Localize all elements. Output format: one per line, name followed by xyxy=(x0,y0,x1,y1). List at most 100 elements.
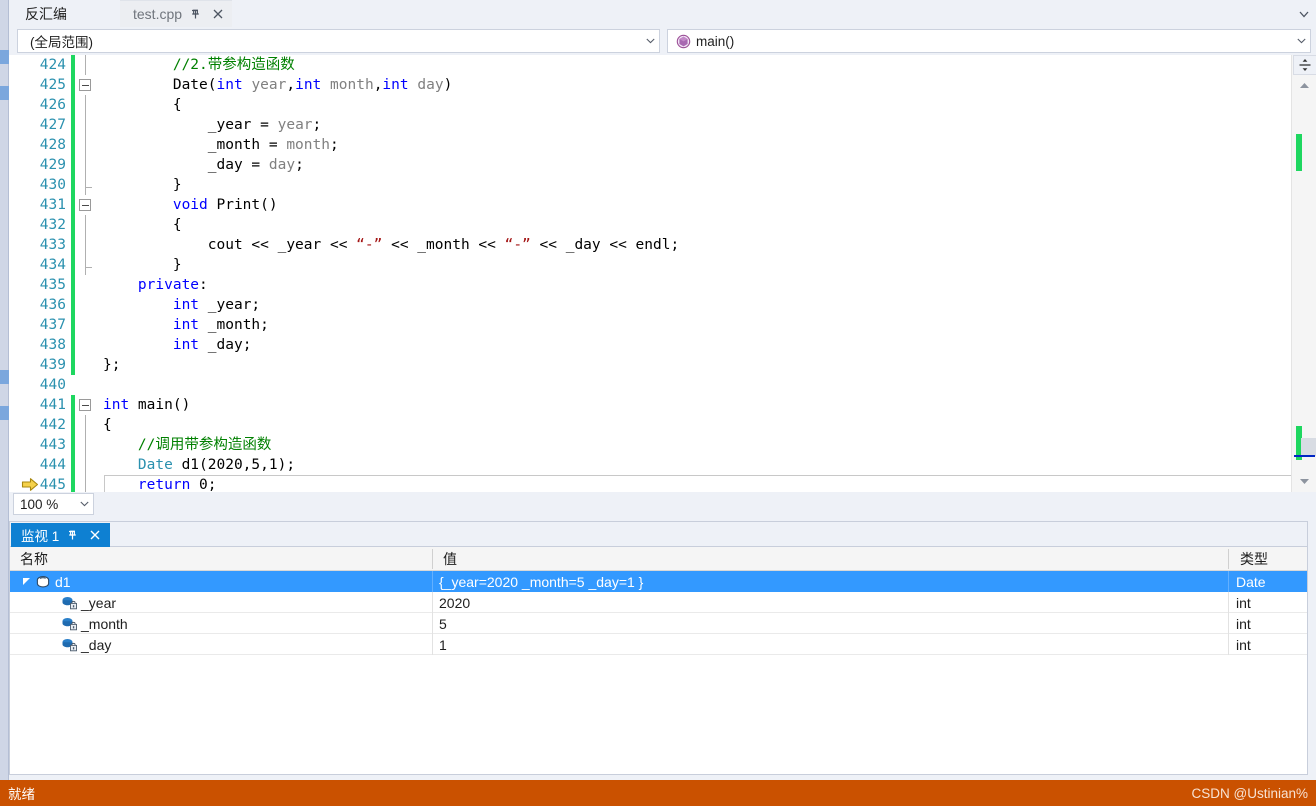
code-token: ( xyxy=(207,77,217,93)
fold-margin[interactable] xyxy=(75,255,97,275)
code-line[interactable]: 426 { xyxy=(9,95,1316,115)
fold-margin[interactable] xyxy=(75,175,97,195)
column-header-value[interactable]: 值 xyxy=(433,547,1228,571)
status-bar-text: 就绪 xyxy=(8,787,35,802)
split-view-icon[interactable] xyxy=(1293,55,1316,75)
dock-tab-marker[interactable] xyxy=(0,50,9,64)
scroll-up-arrow-icon[interactable] xyxy=(1292,76,1316,94)
line-number: 435 xyxy=(39,277,66,293)
fold-margin[interactable] xyxy=(75,55,97,75)
chevron-down-icon[interactable] xyxy=(1296,6,1312,22)
code-line[interactable]: 434 } xyxy=(9,255,1316,275)
collapse-region-icon[interactable] xyxy=(79,79,91,91)
fold-margin[interactable] xyxy=(75,215,97,235)
fold-margin[interactable] xyxy=(75,395,97,415)
scope-dropdown[interactable]: (全局范围) xyxy=(17,29,660,53)
collapse-region-icon[interactable] xyxy=(79,199,91,211)
table-row[interactable]: _year 2020 int xyxy=(10,592,1307,613)
watch-name-cell[interactable]: _year xyxy=(10,592,432,613)
fold-margin[interactable] xyxy=(75,295,97,315)
tab-disassembly[interactable]: 反汇编 xyxy=(9,0,85,27)
code-line[interactable]: 425 Date(int year,int month,int day) xyxy=(9,75,1316,95)
code-line[interactable]: 429 _day = day; xyxy=(9,155,1316,175)
fold-margin[interactable] xyxy=(75,415,97,435)
code-line[interactable]: 435 private: xyxy=(9,275,1316,295)
fold-margin[interactable] xyxy=(75,475,97,492)
scrollbar-thumb[interactable] xyxy=(1301,438,1316,456)
zoom-level-dropdown[interactable]: 100 % xyxy=(13,493,94,515)
code-line[interactable]: 445 return 0; xyxy=(9,475,1316,492)
fold-margin[interactable] xyxy=(75,315,97,335)
fold-margin[interactable] xyxy=(75,375,97,395)
code-line[interactable]: 428 _month = month; xyxy=(9,135,1316,155)
editor-vertical-scrollbar[interactable] xyxy=(1291,55,1316,492)
code-text: { xyxy=(97,95,1316,115)
table-row[interactable]: _month 5 int xyxy=(10,613,1307,634)
scroll-down-arrow-icon[interactable] xyxy=(1292,472,1316,490)
close-icon[interactable] xyxy=(209,6,226,23)
fold-margin[interactable] xyxy=(75,275,97,295)
tab-test-cpp[interactable]: test.cpp xyxy=(120,0,233,27)
watch-name-cell[interactable]: d1 xyxy=(10,571,432,592)
fold-margin[interactable] xyxy=(75,435,97,455)
fold-margin[interactable] xyxy=(75,135,97,155)
fold-margin[interactable] xyxy=(75,195,97,215)
tab-watch-1[interactable]: 监视 1 xyxy=(11,523,111,547)
fold-margin[interactable] xyxy=(75,95,97,115)
code-line[interactable]: 431 void Print() xyxy=(9,195,1316,215)
code-line[interactable]: 443 //调用带参构造函数 xyxy=(9,435,1316,455)
column-divider[interactable] xyxy=(1228,549,1229,569)
watch-name-cell[interactable]: _day xyxy=(10,634,432,655)
fold-margin[interactable] xyxy=(75,75,97,95)
dock-tab-marker[interactable] xyxy=(0,406,9,420)
watch-expression-name: _year xyxy=(81,594,117,611)
watch-rows-container: d1 {_year=2020 _month=5 _day=1 } Date _year… xyxy=(10,571,1307,774)
code-line[interactable]: 433 cout << _year << “-” << _month << “-… xyxy=(9,235,1316,255)
code-line[interactable]: 432 { xyxy=(9,215,1316,235)
code-line[interactable]: 441 int main() xyxy=(9,395,1316,415)
column-header-type[interactable]: 类型 xyxy=(1230,547,1308,571)
code-line[interactable]: 442 { xyxy=(9,415,1316,435)
pin-icon[interactable] xyxy=(187,6,204,23)
watch-value-cell[interactable]: 1 xyxy=(433,634,1228,655)
watch-type-cell: Date xyxy=(1236,573,1266,590)
tab-watch-1-label: 监视 1 xyxy=(21,529,60,544)
table-row[interactable]: _day 1 int xyxy=(10,634,1307,655)
fold-margin[interactable] xyxy=(75,455,97,475)
collapse-region-icon[interactable] xyxy=(79,399,91,411)
table-row[interactable]: d1 {_year=2020 _month=5 _day=1 } Date xyxy=(10,571,1307,592)
code-token: _day; xyxy=(199,337,252,353)
code-line[interactable]: 436 int _year; xyxy=(9,295,1316,315)
code-editor[interactable]: 424 //2.带参构造函数 425 Date(int year,int mont… xyxy=(9,55,1316,492)
code-line[interactable]: 440 xyxy=(9,375,1316,395)
pin-icon[interactable] xyxy=(64,527,81,544)
chevron-down-icon[interactable] xyxy=(641,30,659,52)
line-number: 428 xyxy=(39,137,66,153)
code-line[interactable]: 438 int _day; xyxy=(9,335,1316,355)
fold-margin[interactable] xyxy=(75,115,97,135)
watch-name-cell[interactable]: _month xyxy=(10,613,432,634)
chevron-down-icon[interactable] xyxy=(1292,30,1310,52)
code-line[interactable]: 439}; xyxy=(9,355,1316,375)
code-token: day xyxy=(417,77,444,93)
code-line[interactable]: 430 } xyxy=(9,175,1316,195)
fold-margin[interactable] xyxy=(75,335,97,355)
watch-value-cell[interactable]: {_year=2020 _month=5 _day=1 } xyxy=(433,571,1228,592)
code-line[interactable]: 424 //2.带参构造函数 xyxy=(9,55,1316,75)
member-dropdown[interactable]: main() xyxy=(667,29,1311,53)
watch-value-cell[interactable]: 5 xyxy=(433,613,1228,634)
code-line[interactable]: 437 int _month; xyxy=(9,315,1316,335)
dock-tab-marker[interactable] xyxy=(0,86,9,100)
column-header-name[interactable]: 名称 xyxy=(10,547,432,571)
dock-tab-marker[interactable] xyxy=(0,370,9,384)
code-line[interactable]: 444 Date d1(2020,5,1); xyxy=(9,455,1316,475)
watch-value-cell[interactable]: 2020 xyxy=(433,592,1228,613)
fold-margin[interactable] xyxy=(75,235,97,255)
code-line[interactable]: 427 _year = year; xyxy=(9,115,1316,135)
chevron-down-icon[interactable] xyxy=(75,494,93,514)
close-icon[interactable] xyxy=(86,527,103,544)
fold-margin[interactable] xyxy=(75,155,97,175)
fold-margin[interactable] xyxy=(75,355,97,375)
expand-triangle-icon[interactable] xyxy=(18,577,34,586)
